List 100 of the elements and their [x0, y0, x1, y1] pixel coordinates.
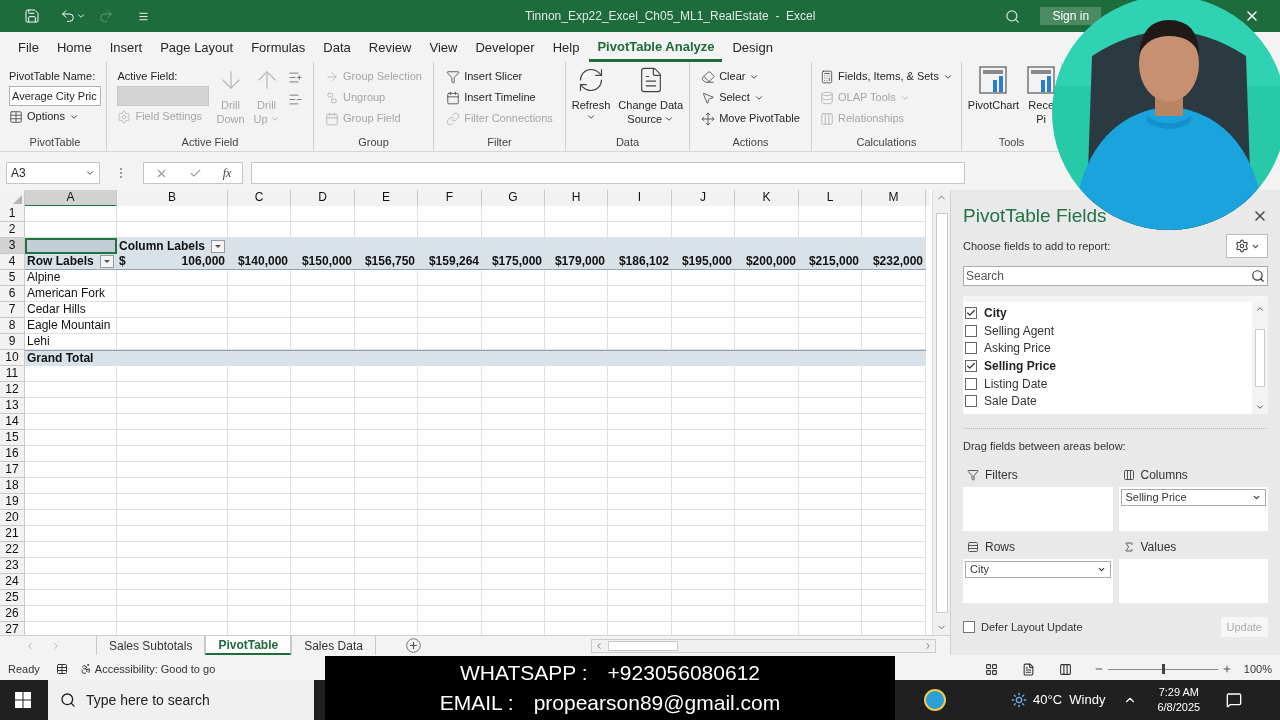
clock-date[interactable]: 6/8/2025 — [1157, 700, 1201, 715]
row-header[interactable]: 24 — [0, 574, 25, 590]
help-icon[interactable] — [924, 689, 946, 711]
ribbon-button[interactable]: Clear — [701, 66, 800, 87]
search-input[interactable]: Type here to search — [86, 689, 286, 711]
row-header[interactable]: 15 — [0, 430, 25, 446]
ribbon-tab[interactable]: Review — [360, 34, 420, 62]
ribbon-button[interactable]: Rece Pi — [1026, 66, 1057, 132]
row-header[interactable]: 11 — [0, 366, 25, 382]
ribbon-button[interactable]: Insert Timeline — [446, 87, 553, 108]
row-header[interactable]: 21 — [0, 526, 25, 542]
scroll-thumb[interactable] — [1255, 329, 1265, 387]
sign-in-button[interactable]: Sign in — [1040, 7, 1102, 25]
search-input[interactable]: Search — [966, 267, 1226, 285]
row-header[interactable]: 13 — [0, 398, 25, 414]
ribbon-tab[interactable]: Design — [724, 34, 781, 62]
accessibility-status[interactable]: Accessibility: Good to go — [94, 660, 216, 678]
zoom-in-icon[interactable] — [1221, 664, 1232, 674]
field-checkbox[interactable]: Selling Agent — [965, 321, 1252, 340]
ribbon-tab[interactable]: View — [421, 34, 466, 62]
field-checkbox[interactable]: City — [965, 304, 1252, 322]
row-header[interactable]: 9 — [0, 334, 25, 350]
name-box[interactable]: A3 — [6, 162, 100, 184]
scroll-thumb[interactable] — [607, 640, 678, 651]
row-header[interactable]: 14 — [0, 414, 25, 430]
zoom-level[interactable]: 100% — [1243, 660, 1272, 678]
accessibility-icon[interactable] — [79, 663, 92, 675]
drop-area[interactable]: City — [963, 559, 1113, 603]
windows-logo-icon[interactable] — [15, 692, 31, 708]
ribbon-tab[interactable]: Insert — [101, 34, 151, 62]
row-header[interactable]: 17 — [0, 462, 25, 478]
settings-button[interactable] — [1226, 234, 1268, 258]
caret-icon[interactable] — [76, 11, 86, 21]
field-checkbox[interactable]: Sale Date — [965, 392, 1252, 411]
taskbar-search-field[interactable]: Type here to search — [48, 680, 314, 720]
row-header[interactable]: 4 — [0, 254, 25, 270]
row-header[interactable]: 26 — [0, 606, 25, 622]
weather-text[interactable]: 40°C Windy — [1033, 690, 1106, 710]
ribbon-button[interactable]: Select — [701, 87, 800, 108]
scroll-down-icon[interactable] — [1255, 402, 1265, 412]
notifications-icon[interactable] — [1226, 692, 1243, 708]
row-header[interactable]: 20 — [0, 510, 25, 526]
ribbon-button[interactable]: Options — [9, 106, 101, 127]
ribbon-tab[interactable]: Help — [544, 34, 588, 62]
area-field[interactable]: City — [965, 561, 1111, 578]
ribbon-tab[interactable]: Developer — [467, 34, 543, 62]
ribbon-button[interactable]: Move PivotTable — [701, 108, 800, 129]
row-header[interactable]: 7 — [0, 302, 25, 318]
zoom-slider[interactable] — [1107, 664, 1218, 674]
sheet-tab[interactable]: PivotTable — [205, 636, 292, 655]
row-header[interactable]: 10 — [0, 350, 25, 366]
save-icon[interactable] — [24, 8, 40, 24]
normal-view-icon[interactable] — [984, 662, 998, 676]
defer-checkbox[interactable]: Defer Layout Update — [963, 618, 1083, 636]
ribbon-button[interactable]: Change Data Source — [617, 66, 685, 132]
insert-function-button[interactable]: fx — [222, 164, 232, 182]
name-field[interactable]: Average City Pric — [9, 86, 101, 106]
zoom-thumb[interactable] — [1161, 664, 1165, 674]
field-checkbox[interactable]: Selling Price — [965, 357, 1252, 375]
weather-icon[interactable] — [1011, 692, 1027, 708]
drop-area[interactable]: Selling Price — [1118, 487, 1268, 531]
ribbon-button[interactable]: PivotChart — [966, 66, 1021, 132]
area-field[interactable]: Selling Price — [1120, 489, 1266, 506]
row-header[interactable]: 1 — [0, 206, 25, 222]
ribbon-button[interactable]: Insert Slicer — [446, 66, 553, 87]
ribbon-tab[interactable]: Formulas — [243, 34, 314, 62]
ribbon-tab[interactable]: PivotTable Analyze — [589, 34, 723, 62]
search-field[interactable]: Search — [963, 266, 1268, 286]
field-checkbox[interactable]: Asking Price — [965, 339, 1252, 358]
row-header[interactable]: 3 — [0, 238, 25, 254]
list-scrollbar[interactable] — [1252, 302, 1268, 414]
row-header[interactable]: 8 — [0, 318, 25, 334]
scroll-up-icon[interactable] — [1255, 304, 1265, 314]
row-header[interactable]: 22 — [0, 542, 25, 558]
undo-icon[interactable] — [60, 8, 76, 24]
ribbon-tab[interactable]: Data — [315, 34, 359, 62]
scroll-thumb[interactable] — [935, 212, 948, 613]
filter-dropdown-icon[interactable] — [211, 239, 225, 253]
row-header[interactable]: 16 — [0, 446, 25, 462]
page-break-icon[interactable] — [1058, 662, 1072, 676]
row-header[interactable]: 6 — [0, 286, 25, 302]
row-header[interactable]: 27 — [0, 622, 25, 635]
row-header[interactable]: 19 — [0, 494, 25, 510]
row-header[interactable]: 18 — [0, 478, 25, 494]
row-header[interactable]: 12 — [0, 382, 25, 398]
field-checkbox[interactable]: Listing Date — [965, 374, 1252, 393]
clock-time[interactable]: 7:29 AM — [1158, 685, 1199, 700]
new-sheet-button[interactable] — [405, 638, 421, 653]
ribbon-button[interactable]: Refresh — [570, 66, 612, 132]
vertical-scrollbar[interactable] — [932, 190, 950, 635]
formula-field[interactable] — [251, 162, 965, 184]
row-header[interactable]: 25 — [0, 590, 25, 606]
ribbon-tab[interactable]: Page Layout — [152, 34, 242, 62]
row-header[interactable]: 2 — [0, 222, 25, 238]
ribbon-tab[interactable]: File — [10, 34, 47, 62]
page-layout-icon[interactable] — [1021, 662, 1035, 676]
row-header[interactable]: 5 — [0, 270, 25, 286]
ribbon-tab[interactable]: Home — [48, 34, 100, 62]
customize-icon[interactable] — [138, 10, 149, 22]
filter-dropdown-icon[interactable] — [100, 255, 114, 268]
